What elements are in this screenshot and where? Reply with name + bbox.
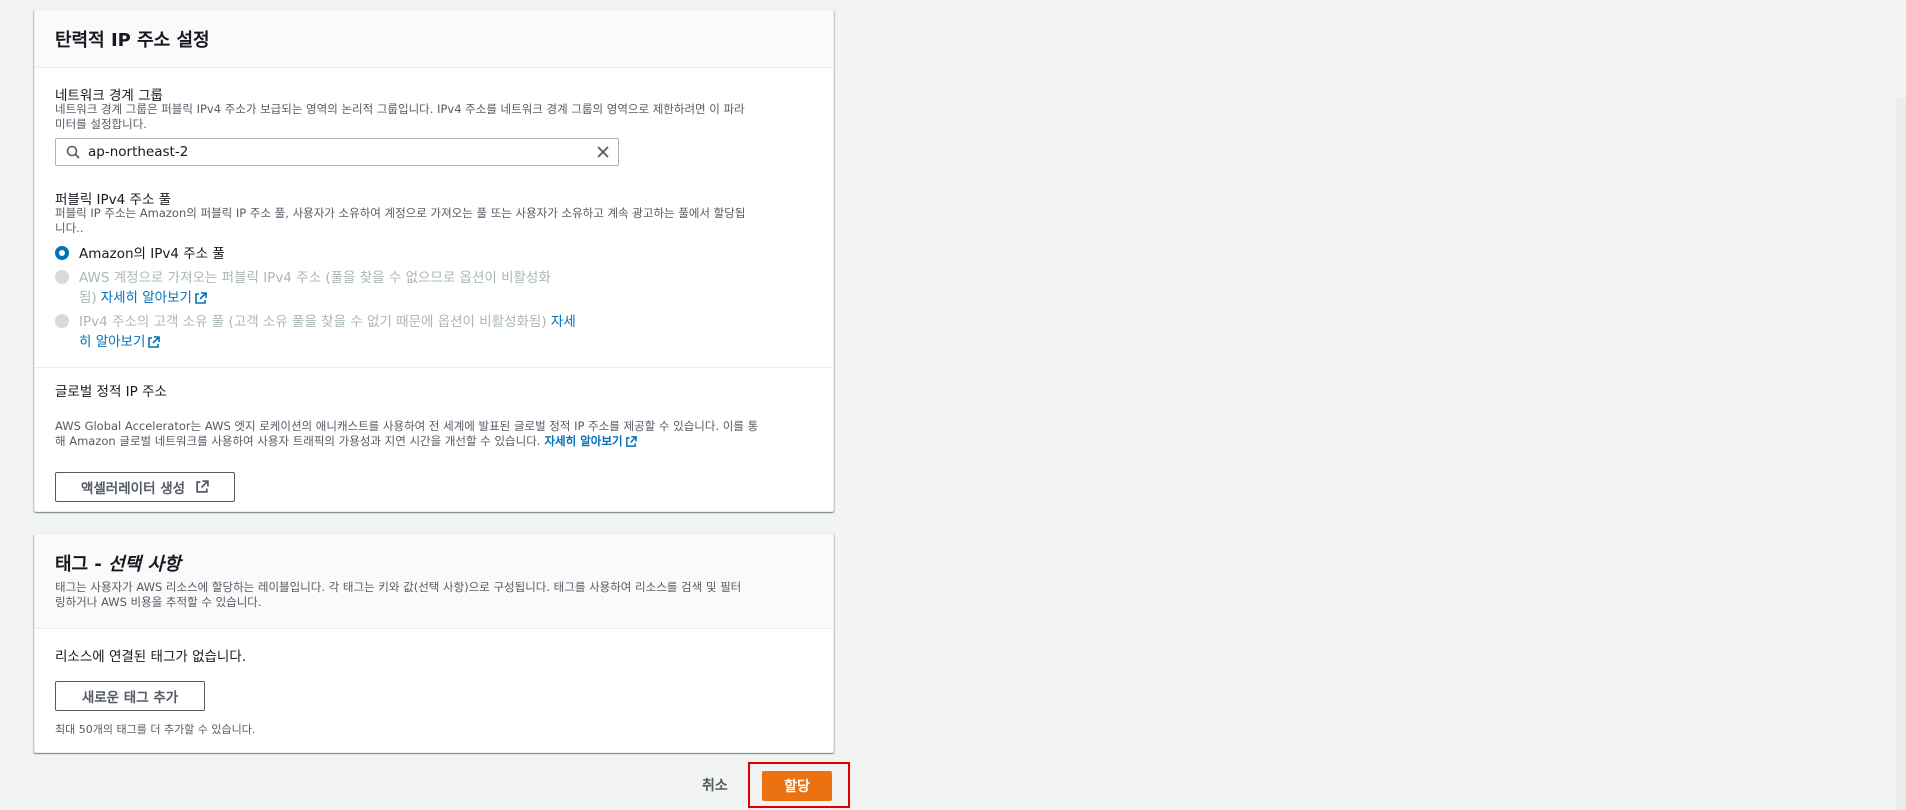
global-static-ip-description: AWS Global Accelerator는 AWS 엣지 로케이션의 애니캐… — [55, 419, 815, 449]
option-text: 됨) — [79, 290, 97, 306]
scrollbar-track[interactable] — [1896, 98, 1906, 810]
tags-description: 태그는 사용자가 AWS 리소스에 할당하는 레이블입니다. 각 태그는 키와 … — [55, 580, 813, 610]
desc-line: 네트워크 경계 그룹은 퍼블릭 IPv4 주소가 보급되는 영역의 논리적 그룹… — [55, 102, 745, 116]
desc-line: 니다.. — [55, 221, 84, 235]
external-link-icon — [194, 291, 207, 305]
desc-line: 퍼블릭 IP 주소는 Amazon의 퍼블릭 IP 주소 풀, 사용자가 소유하… — [55, 206, 746, 220]
radio-label: AWS 계정으로 가져오는 퍼블릭 IPv4 주소 (풀을 찾을 수 없으므로 … — [79, 268, 599, 308]
border-group-search[interactable]: ap-northeast-2 — [55, 138, 619, 166]
allocate-button[interactable]: 할당 — [762, 771, 832, 801]
radio-label: Amazon의 IPv4 주소 풀 — [79, 246, 225, 262]
elastic-ip-settings-panel: 탄력적 IP 주소 설정 네트워크 경계 그룹 네트워크 경계 그룹은 퍼블릭 … — [34, 9, 834, 512]
desc-line: 해 Amazon 글로벌 네트워크를 사용하여 사용자 트래픽의 가용성과 지연… — [55, 434, 541, 448]
desc-line: 링하거나 AWS 비용을 추적할 수 있습니다. — [55, 595, 262, 609]
panel-header: 탄력적 IP 주소 설정 — [35, 10, 833, 68]
tags-panel: 태그 - 선택 사항 태그는 사용자가 AWS 리소스에 할당하는 레이블입니다… — [34, 533, 834, 753]
radio-button-disabled — [55, 270, 69, 284]
panel-header: 태그 - 선택 사항 태그는 사용자가 AWS 리소스에 할당하는 레이블입니다… — [35, 534, 833, 629]
desc-line: 태그는 사용자가 AWS 리소스에 할당하는 레이블입니다. 각 태그는 키와 … — [55, 580, 742, 594]
search-input[interactable]: ap-northeast-2 — [88, 144, 188, 160]
tag-limit-hint: 최대 50개의 태그를 더 추가할 수 있습니다. — [55, 723, 256, 736]
cancel-button[interactable]: 취소 — [702, 775, 728, 795]
radio-coip-pool: IPv4 주소의 고객 소유 풀 (고객 소유 풀을 찾을 수 없기 때문에 옵… — [55, 312, 639, 352]
ipv4-pool-description: 퍼블릭 IP 주소는 Amazon의 퍼블릭 IP 주소 풀, 사용자가 소유하… — [55, 206, 815, 236]
create-accelerator-button[interactable]: 액셀러레이터 생성 — [55, 472, 235, 502]
radio-button-disabled — [55, 314, 69, 328]
learn-more-link[interactable]: 히 알아보기 — [79, 332, 145, 352]
border-group-label: 네트워크 경계 그룹 — [55, 88, 163, 104]
button-label: 할당 — [784, 779, 810, 795]
global-static-ip-label: 글로벌 정적 IP 주소 — [55, 384, 167, 400]
search-icon — [66, 145, 80, 159]
desc-line: AWS Global Accelerator는 AWS 엣지 로케이션의 애니캐… — [55, 419, 759, 433]
title-optional: 선택 사항 — [108, 554, 181, 575]
border-group-description: 네트워크 경계 그룹은 퍼블릭 IPv4 주소가 보급되는 영역의 논리적 그룹… — [55, 102, 815, 132]
external-link-icon — [625, 435, 637, 448]
option-text: AWS 계정으로 가져오는 퍼블릭 IPv4 주소 (풀을 찾을 수 없으므로 … — [79, 270, 551, 286]
learn-more-link[interactable]: 자세 — [551, 314, 576, 330]
clear-icon[interactable] — [596, 145, 610, 159]
button-label: 액셀러레이터 생성 — [80, 481, 186, 497]
button-label: 새로운 태그 추가 — [81, 690, 179, 706]
radio-amazon-pool[interactable]: Amazon의 IPv4 주소 풀 — [55, 244, 225, 264]
external-link-icon — [147, 335, 161, 349]
learn-more-link[interactable]: 자세히 알아보기 — [101, 288, 192, 308]
radio-byoip-pool: AWS 계정으로 가져오는 퍼블릭 IPv4 주소 (풀을 찾을 수 없으므로 … — [55, 268, 599, 308]
external-link-icon — [195, 480, 209, 494]
radio-label: IPv4 주소의 고객 소유 풀 (고객 소유 풀을 찾을 수 없기 때문에 옵… — [79, 312, 639, 352]
learn-more-link[interactable]: 자세히 알아보기 — [544, 434, 622, 449]
divider — [35, 367, 833, 368]
page-title: 탄력적 IP 주소 설정 — [55, 29, 210, 51]
title-text: 태그 - — [55, 554, 109, 575]
option-text: IPv4 주소의 고객 소유 풀 (고객 소유 풀을 찾을 수 없기 때문에 옵… — [79, 314, 547, 330]
ipv4-pool-label: 퍼블릭 IPv4 주소 풀 — [55, 192, 172, 208]
add-tag-button[interactable]: 새로운 태그 추가 — [55, 681, 205, 711]
no-tags-message: 리소스에 연결된 태그가 없습니다. — [55, 649, 247, 665]
desc-line: 미터를 설정합니다. — [55, 117, 147, 131]
radio-button-selected[interactable] — [55, 246, 69, 260]
tags-title: 태그 - 선택 사항 — [55, 550, 813, 576]
